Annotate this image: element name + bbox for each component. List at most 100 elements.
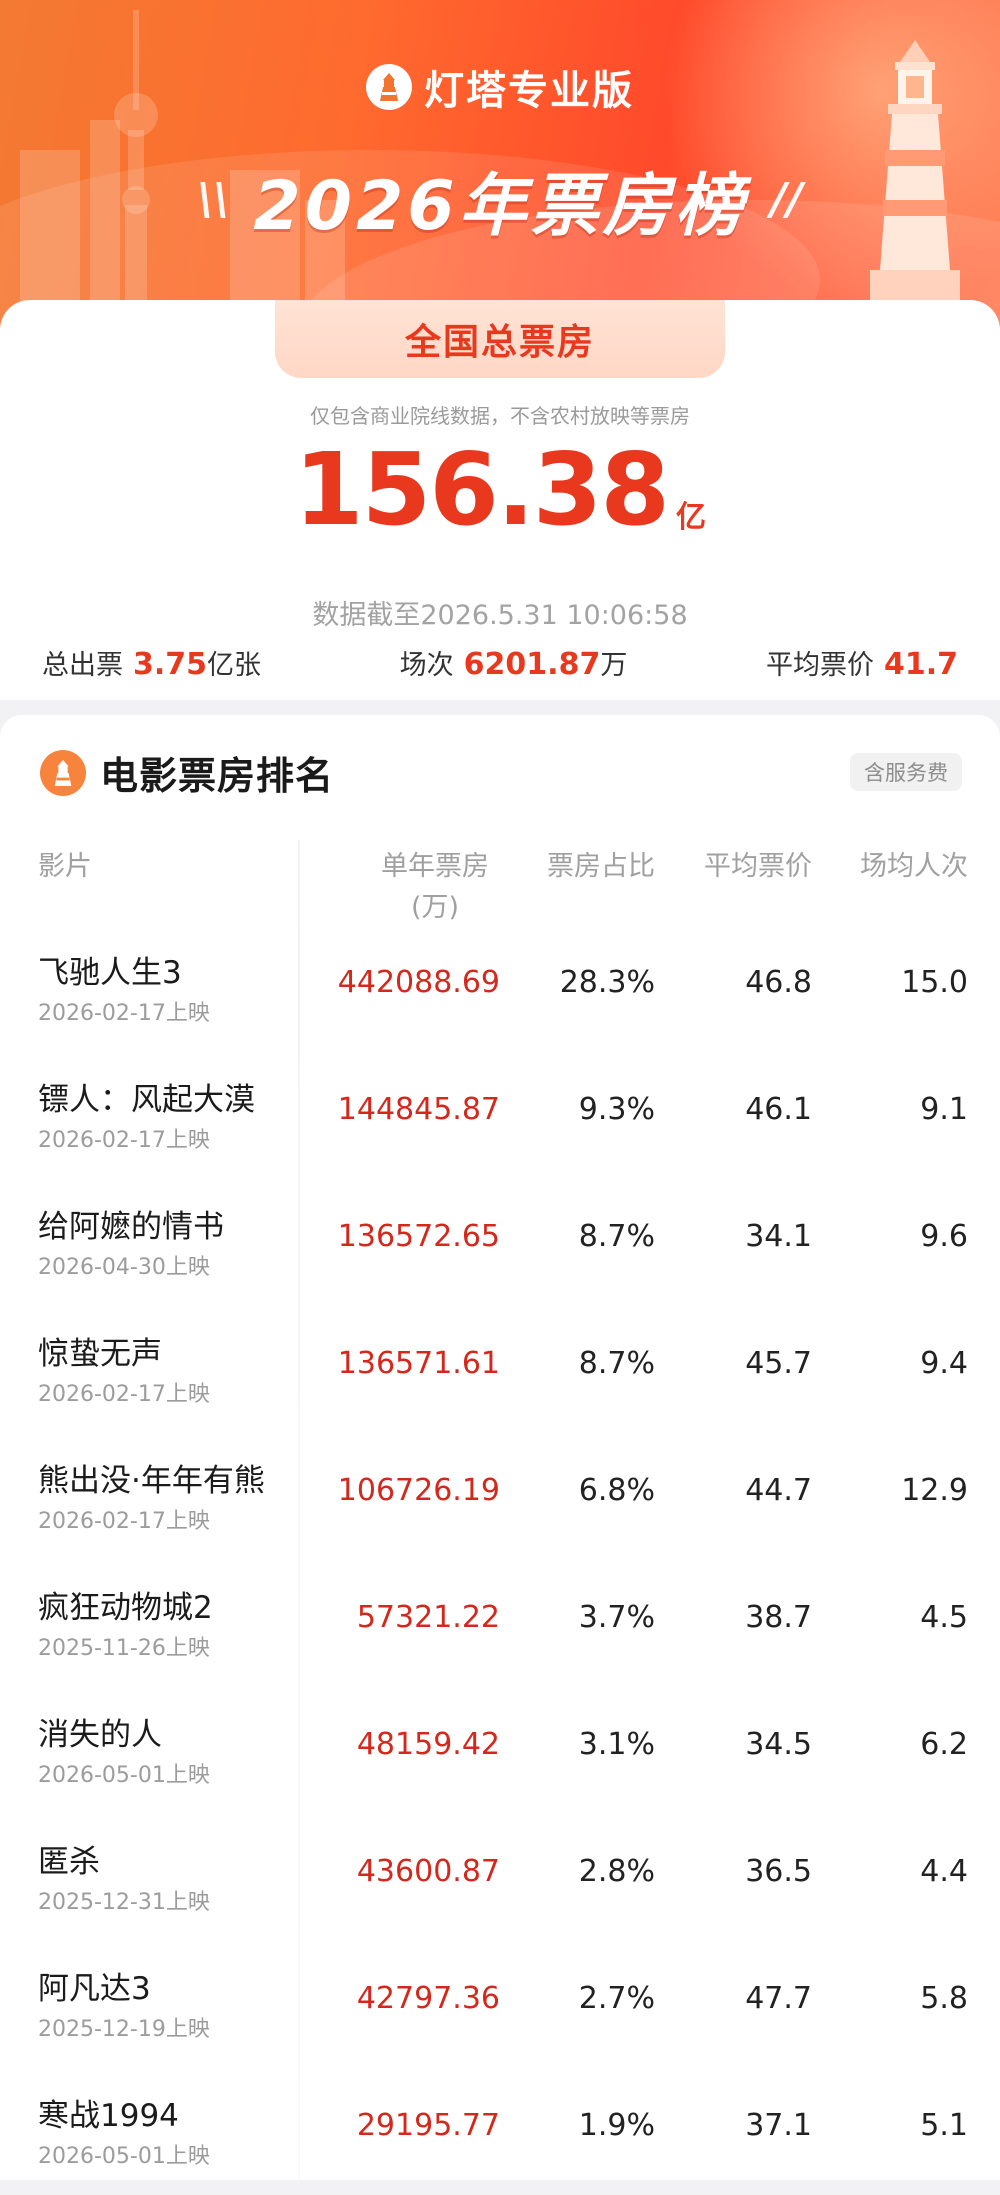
total-box-office-tab: 全国总票房 [275, 300, 725, 378]
table-body: 飞驰人生3 2026-02-17上映 442088.69 28.3% 46.8 … [0, 925, 1000, 2195]
stat-label: 场次 [399, 649, 454, 681]
release-date: 2026-02-17上映 [38, 1001, 210, 1026]
release-date: 2026-05-01上映 [38, 2144, 210, 2169]
avg-audience-per-show: 5.8 [920, 1981, 968, 2016]
box-office-share: 2.7% [578, 1981, 655, 2016]
header-banner: 灯塔专业版 \\ 2026年票房榜 // [0, 0, 1000, 330]
box-office-value: 43600.87 [356, 1854, 500, 1889]
avg-ticket-price: 46.8 [745, 965, 812, 1000]
stat-screenings: 场次 6201.87万 [400, 643, 628, 682]
release-date: 2025-12-31上映 [38, 1890, 210, 1915]
avg-audience-per-show: 12.9 [901, 1473, 968, 1508]
avg-ticket-price: 38.7 [745, 1600, 812, 1635]
film-title: 镖人：风起大漠 [38, 1082, 255, 1118]
stat-unit: 万 [600, 649, 628, 681]
avg-audience-per-show: 4.4 [920, 1854, 968, 1889]
column-header-avg-audience[interactable]: 场均人次 [860, 847, 968, 888]
data-scope-note: 仅包含商业院线数据，不含农村放映等票房 [310, 404, 690, 428]
column-header-avg-price[interactable]: 平均票价 [704, 847, 812, 888]
avg-audience-per-show: 15.0 [901, 965, 968, 1000]
film-title: 飞驰人生3 [38, 955, 182, 991]
title-deco-left: \\ [197, 174, 230, 225]
box-office-value: 136571.61 [337, 1346, 500, 1381]
total-box-office-value: 156.38 亿 [0, 440, 1000, 540]
lighthouse-logo-icon [366, 64, 412, 110]
avg-audience-per-show: 5.1 [920, 2108, 968, 2143]
release-date: 2026-04-30上映 [38, 1255, 210, 1280]
table-row[interactable]: 匿杀 2025-12-31上映 43600.87 2.8% 36.5 4.4 [0, 1814, 1000, 1941]
stat-unit: 亿张 [207, 649, 262, 681]
box-office-share: 3.1% [578, 1727, 655, 1762]
avg-ticket-price: 47.7 [745, 1981, 812, 2016]
table-row[interactable]: 熊出没·年年有熊 2026-02-17上映 106726.19 6.8% 44.… [0, 1433, 1000, 1560]
total-box-office-card: 全国总票房 仅包含商业院线数据，不含农村放映等票房 156.38 亿 数据截至2… [0, 300, 1000, 700]
page-title: 2026年票房榜 [253, 167, 747, 246]
stat-value: 6201.87 [463, 646, 601, 682]
film-title: 阿凡达3 [38, 1971, 151, 2007]
release-date: 2026-02-17上映 [38, 1382, 210, 1407]
film-title: 匿杀 [38, 1844, 100, 1880]
main-title-wrap: \\ 2026年票房榜 // [0, 150, 1000, 249]
release-date: 2025-12-19上映 [38, 2017, 210, 2042]
total-value-number: 156.38 [294, 431, 670, 548]
brand-name: 灯塔专业版 [424, 68, 634, 114]
avg-ticket-price: 34.5 [745, 1727, 812, 1762]
ranking-title: 电影票房排名 [100, 754, 335, 798]
lighthouse-logo-icon [40, 749, 86, 796]
box-office-value: 57321.22 [356, 1600, 500, 1635]
table-row[interactable]: 阿凡达3 2025-12-19上映 42797.36 2.7% 47.7 5.8 [0, 1941, 1000, 2068]
ranking-header: 电影票房排名 [40, 745, 334, 800]
avg-ticket-price: 36.5 [745, 1854, 812, 1889]
film-title: 寒战1994 [38, 2098, 179, 2134]
table-row[interactable]: 消失的人 2026-05-01上映 48159.42 3.1% 34.5 6.2 [0, 1687, 1000, 1814]
table-header: 影片 单年票房 (万) 票房占比 平均票价 场均人次 [0, 815, 1000, 925]
stat-label: 总出票 [42, 649, 123, 681]
avg-ticket-price: 37.1 [745, 2108, 812, 2143]
box-office-value: 144845.87 [337, 1092, 500, 1127]
column-header-film[interactable]: 影片 [38, 847, 92, 888]
box-office-share: 8.7% [578, 1219, 655, 1254]
film-title: 给阿嬷的情书 [38, 1209, 224, 1245]
film-title: 熊出没·年年有熊 [38, 1463, 265, 1499]
box-office-share: 3.7% [578, 1600, 655, 1635]
summary-stats: 总出票 3.75亿张 场次 6201.87万 平均票价 41.7 [42, 640, 958, 684]
brand: 灯塔专业版 [0, 58, 1000, 116]
box-office-share: 9.3% [578, 1092, 655, 1127]
table-row[interactable]: 给阿嬷的情书 2026-04-30上映 136572.65 8.7% 34.1 … [0, 1179, 1000, 1306]
table-row[interactable]: 惊蛰无声 2026-02-17上映 136571.61 8.7% 45.7 9.… [0, 1306, 1000, 1433]
stat-value: 41.7 [883, 646, 958, 682]
release-date: 2025-11-26上映 [38, 1636, 210, 1661]
stat-avg-price: 平均票价 41.7 [766, 643, 958, 682]
service-fee-badge[interactable]: 含服务费 [850, 753, 962, 791]
box-office-value: 136572.65 [337, 1219, 500, 1254]
table-row[interactable]: 寒战1994 2026-05-01上映 29195.77 1.9% 37.1 5… [0, 2068, 1000, 2195]
box-office-share: 2.8% [578, 1854, 655, 1889]
column-header-box-office[interactable]: 单年票房 (万) [360, 847, 510, 928]
box-office-share: 6.8% [578, 1473, 655, 1508]
film-title: 疯狂动物城2 [38, 1590, 213, 1626]
avg-audience-per-show: 6.2 [920, 1727, 968, 1762]
total-box-office-label: 全国总票房 [404, 322, 595, 363]
avg-audience-per-show: 9.4 [920, 1346, 968, 1381]
avg-ticket-price: 34.1 [745, 1219, 812, 1254]
box-office-share: 1.9% [578, 2108, 655, 2143]
box-office-value: 106726.19 [337, 1473, 500, 1508]
release-date: 2026-02-17上映 [38, 1128, 210, 1153]
box-office-value: 442088.69 [337, 965, 500, 1000]
avg-audience-per-show: 9.1 [920, 1092, 968, 1127]
avg-audience-per-show: 4.5 [920, 1600, 968, 1635]
table-row[interactable]: 镖人：风起大漠 2026-02-17上映 144845.87 9.3% 46.1… [0, 1052, 1000, 1179]
box-office-value: 48159.42 [356, 1727, 500, 1762]
column-header-share[interactable]: 票房占比 [547, 847, 655, 888]
stat-label: 平均票价 [765, 649, 874, 681]
stat-tickets: 总出票 3.75亿张 [42, 643, 261, 682]
stat-value: 3.75 [133, 646, 208, 682]
table-row[interactable]: 疯狂动物城2 2025-11-26上映 57321.22 3.7% 38.7 4… [0, 1560, 1000, 1687]
avg-ticket-price: 44.7 [745, 1473, 812, 1508]
release-date: 2026-05-01上映 [38, 1763, 210, 1788]
film-title: 消失的人 [38, 1717, 162, 1753]
table-row[interactable]: 飞驰人生3 2026-02-17上映 442088.69 28.3% 46.8 … [0, 925, 1000, 1052]
total-value-unit: 亿 [675, 500, 706, 535]
avg-audience-per-show: 9.6 [920, 1219, 968, 1254]
box-office-share: 8.7% [578, 1346, 655, 1381]
